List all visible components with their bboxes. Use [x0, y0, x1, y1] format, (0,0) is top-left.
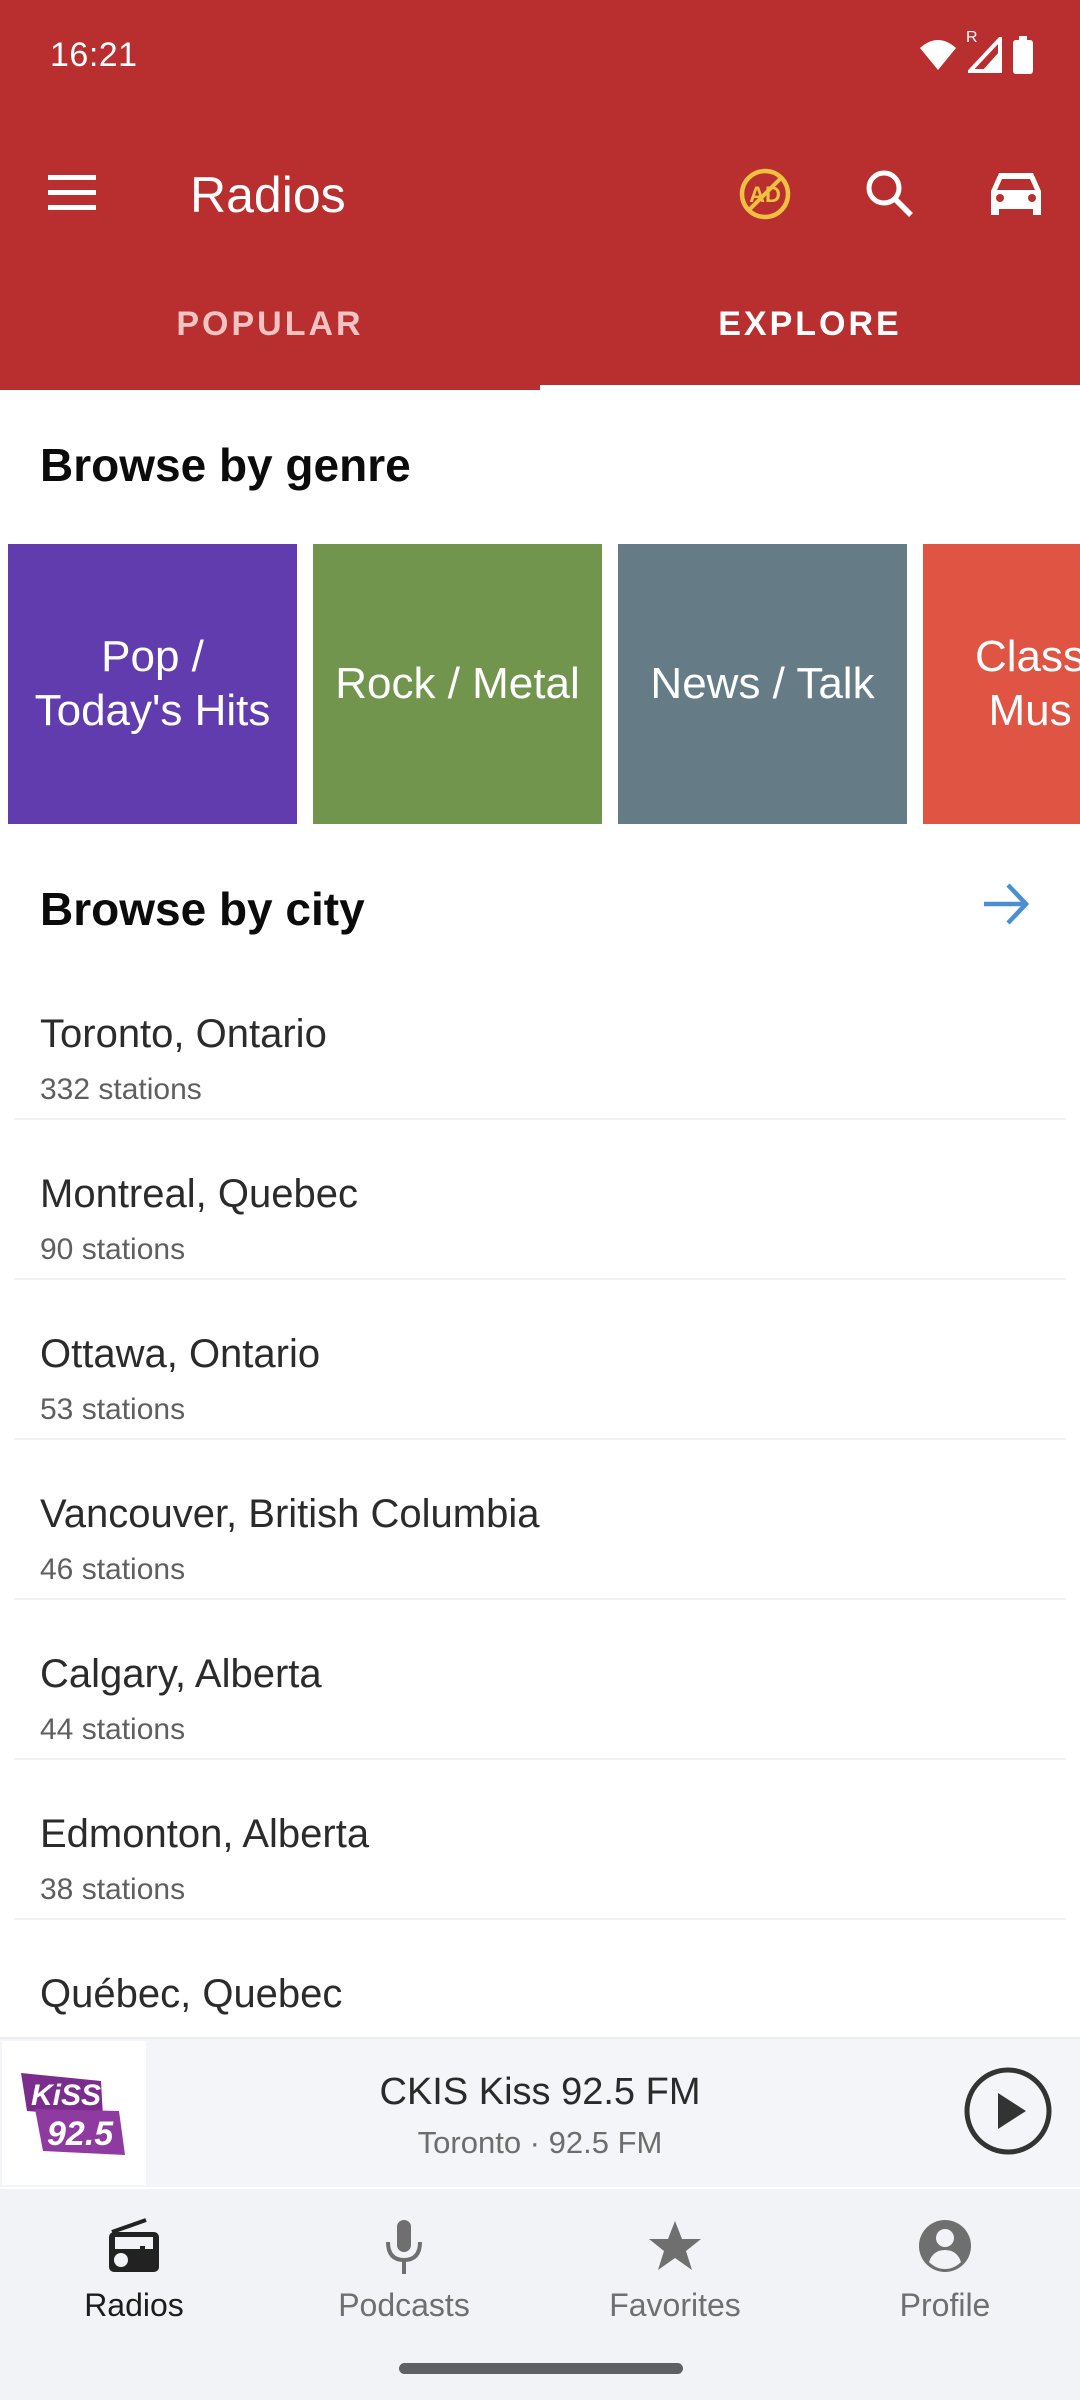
city-section-title: Browse by city: [40, 883, 365, 935]
city-name: Québec, Quebec: [40, 1972, 343, 2016]
nav-radios[interactable]: Radios: [14, 2215, 254, 2335]
city-item[interactable]: Vancouver, British Columbia 46 stations: [14, 1440, 1066, 1600]
home-indicator[interactable]: [399, 2363, 683, 2374]
city-item[interactable]: Ottawa, Ontario 53 stations: [14, 1280, 1066, 1440]
wifi-icon: [918, 38, 958, 72]
genre-label: Pop / Today's Hits: [34, 632, 271, 735]
app-title: Radios: [190, 167, 346, 223]
microphone-icon: [369, 2215, 439, 2277]
city-name: Edmonton, Alberta: [40, 1812, 370, 1856]
tab-popular[interactable]: POPULAR: [0, 270, 540, 390]
status-bar: 16:21 R: [0, 0, 1080, 120]
no-ads-icon: AD: [737, 166, 793, 227]
city-item[interactable]: Edmonton, Alberta 38 stations: [14, 1760, 1066, 1920]
toolbar: Radios AD: [0, 120, 1080, 270]
genre-label: Rock / Metal: [335, 659, 580, 708]
genre-label: Class Mus: [975, 632, 1080, 735]
nav-label: Podcasts: [338, 2287, 470, 2323]
city-name: Calgary, Alberta: [40, 1652, 322, 1696]
nav-label: Favorites: [609, 2287, 741, 2323]
city-name: Montreal, Quebec: [40, 1172, 358, 1216]
mini-player[interactable]: KiSS 92.5 CKIS Kiss 92.5 FM Toronto · 92…: [0, 2037, 1080, 2187]
city-station-count: 90 stations: [40, 1233, 186, 1266]
arrow-right-icon: [982, 882, 1030, 931]
station-name: CKIS Kiss 92.5 FM: [379, 2071, 701, 2113]
car-mode-button[interactable]: [976, 156, 1056, 236]
city-name: Toronto, Ontario: [40, 1012, 327, 1056]
see-all-cities-button[interactable]: [976, 876, 1036, 936]
nav-label: Radios: [84, 2287, 184, 2323]
menu-button[interactable]: [38, 160, 108, 230]
city-station-count: 38 stations: [40, 1873, 186, 1906]
city-name: Ottawa, Ontario: [40, 1332, 321, 1376]
car-icon: [989, 171, 1043, 222]
account-circle-icon: [910, 2215, 980, 2277]
genre-tile-rock[interactable]: Rock / Metal: [313, 544, 602, 824]
nav-podcasts[interactable]: Podcasts: [284, 2215, 524, 2335]
tab-explore[interactable]: EXPLORE: [540, 270, 1080, 390]
status-icons: R: [918, 29, 1034, 74]
city-station-count: 46 stations: [40, 1553, 186, 1586]
radio-icon: [99, 2215, 169, 2277]
city-station-count: 53 stations: [40, 1393, 186, 1426]
genre-section-title: Browse by genre: [40, 439, 411, 491]
genre-label: News / Talk: [650, 659, 875, 708]
active-tab-indicator: [540, 385, 1080, 391]
tab-bar: POPULAR EXPLORE: [0, 270, 1080, 390]
search-button[interactable]: [850, 156, 930, 236]
city-item[interactable]: Montreal, Quebec 90 stations: [14, 1120, 1066, 1280]
battery-icon: [1012, 36, 1034, 74]
city-item[interactable]: Toronto, Ontario 332 stations: [14, 960, 1066, 1120]
city-station-count: 332 stations: [40, 1073, 202, 1106]
status-time: 16:21: [50, 36, 138, 74]
play-button[interactable]: [962, 2065, 1054, 2157]
genre-tile-classical[interactable]: Class Mus: [923, 544, 1080, 824]
station-subtitle: Toronto · 92.5 FM: [417, 2125, 663, 2160]
app-bar: 16:21 R Radios AD: [0, 0, 1080, 391]
search-icon: [864, 168, 916, 225]
nav-favorites[interactable]: Favorites: [555, 2215, 795, 2335]
genre-carousel[interactable]: Pop / Today's Hits Rock / Metal News / Ta…: [8, 544, 1080, 824]
remove-ads-button[interactable]: AD: [725, 156, 805, 236]
star-icon: [640, 2215, 710, 2277]
hamburger-menu-icon: [48, 174, 98, 216]
genre-tile-pop[interactable]: Pop / Today's Hits: [8, 544, 297, 824]
city-item[interactable]: Calgary, Alberta 44 stations: [14, 1600, 1066, 1760]
nav-label: Profile: [899, 2287, 991, 2323]
signal-roaming-icon: R: [966, 29, 1002, 73]
play-circle-icon: [962, 2067, 1054, 2161]
city-name: Vancouver, British Columbia: [40, 1492, 540, 1536]
nav-profile[interactable]: Profile: [825, 2215, 1065, 2335]
genre-tile-news[interactable]: News / Talk: [618, 544, 907, 824]
city-station-count: 44 stations: [40, 1713, 186, 1746]
city-list: Toronto, Ontario 332 stations Montreal, …: [0, 960, 1080, 2080]
roaming-label: R: [966, 29, 978, 46]
